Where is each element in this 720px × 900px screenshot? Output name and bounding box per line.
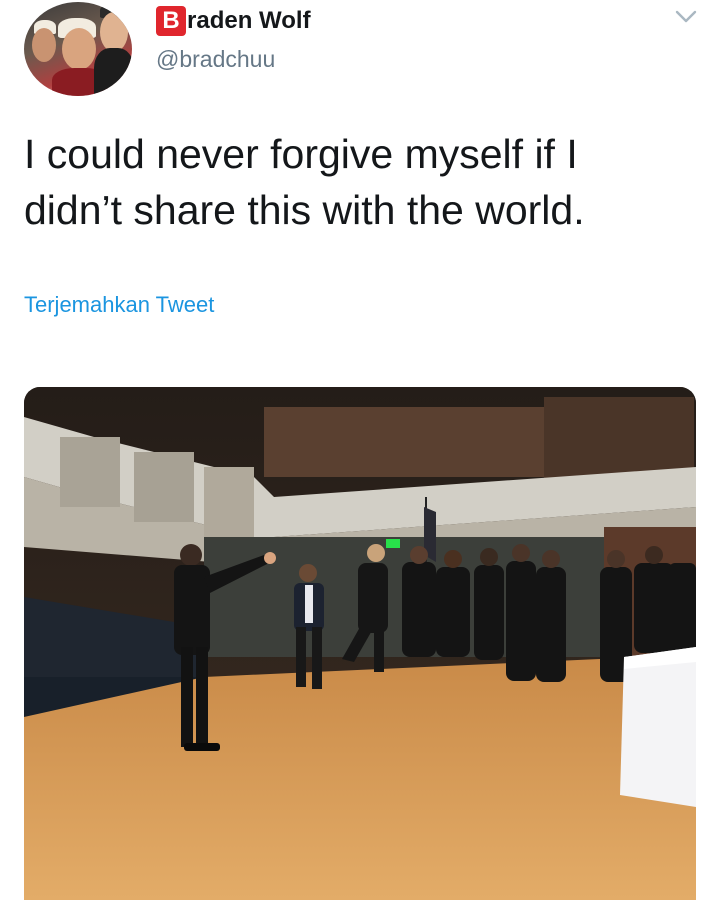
video-frame	[24, 387, 696, 900]
author-name-rest: raden Wolf	[187, 7, 311, 34]
chevron-down-icon[interactable]	[672, 6, 700, 28]
author-name[interactable]: B raden Wolf	[156, 6, 311, 36]
tweet-text: I could never forgive myself if I didn’t…	[24, 126, 684, 238]
avatar[interactable]	[24, 2, 132, 96]
tweet-text-line: didn’t share this with the world.	[24, 187, 585, 233]
translate-tweet-link[interactable]: Terjemahkan Tweet	[24, 292, 214, 318]
author-handle[interactable]: @bradchuu	[156, 46, 275, 73]
avatar-jacket	[94, 48, 132, 96]
back-wall	[264, 407, 544, 477]
tweet-text-line: I could never forgive myself if I	[24, 131, 578, 177]
exit-sign	[386, 539, 400, 548]
avatar-face-right	[100, 12, 128, 52]
avatar-face-center	[62, 28, 96, 70]
wall-panel	[134, 452, 194, 522]
avatar-face-left	[32, 28, 56, 62]
tweet-video[interactable]	[24, 387, 696, 900]
author-name-initial: B	[156, 6, 186, 36]
wall-panel	[204, 467, 254, 537]
wall-panel	[60, 437, 120, 507]
draped-table	[620, 647, 696, 807]
